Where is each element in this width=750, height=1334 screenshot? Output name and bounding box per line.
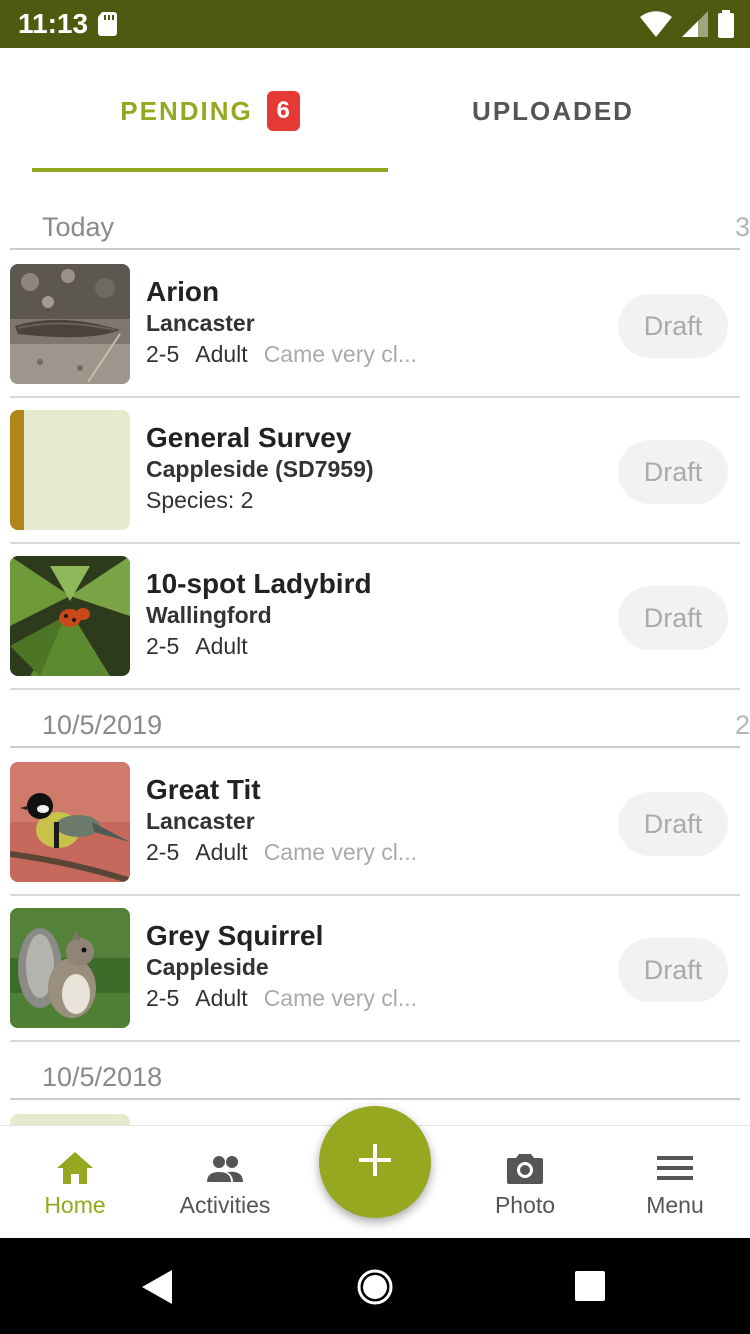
record-location: Lancaster <box>146 808 255 834</box>
status-icons <box>640 10 734 43</box>
draft-status-button[interactable]: Draft <box>618 938 728 1002</box>
record-stage: Adult <box>195 633 248 659</box>
record-title: 10-spot Ladybird <box>146 568 372 599</box>
record-title: General Survey <box>146 422 352 453</box>
section-title: 10/5/2018 <box>42 1062 163 1092</box>
tab-pending-label: PENDING <box>120 95 253 126</box>
battery-icon <box>718 10 734 43</box>
hamburger-menu-icon <box>655 1148 695 1188</box>
record-row-grey-squirrel[interactable]: Grey Squirrel Cappleside 2-5 Adult Came ve… <box>10 896 740 1042</box>
record-tabs: PENDING 6 UPLOADED <box>0 48 750 174</box>
home-icon <box>55 1148 95 1188</box>
partial-thumbnail <box>10 1114 130 1125</box>
sd-card-icon <box>98 12 118 41</box>
home-circle-icon[interactable] <box>356 1268 394 1311</box>
record-location: Cappleside <box>146 954 269 980</box>
section-count: 3 <box>734 212 750 242</box>
tab-uploaded[interactable]: UPLOADED <box>388 48 718 174</box>
pending-count-badge: 6 <box>266 91 300 131</box>
record-stage: Adult <box>195 985 248 1011</box>
record-meta: 2-5 Adult Came very cl... <box>146 839 586 866</box>
record-title: Great Tit <box>146 774 261 805</box>
section-header-today: Today 3 <box>10 202 750 250</box>
active-tab-indicator <box>32 168 388 172</box>
record-meta: 2-5 Adult Came very cl... <box>146 985 586 1012</box>
record-location: Wallingford <box>146 602 272 628</box>
cell-signal-icon <box>682 11 708 42</box>
record-comment: Came very cl... <box>263 341 418 367</box>
add-record-button[interactable] <box>319 1106 431 1218</box>
tab-uploaded-label: UPLOADED <box>472 95 634 126</box>
record-quantity: 2-5 <box>146 839 180 865</box>
nav-home-label: Home <box>44 1192 106 1218</box>
camera-icon <box>505 1148 545 1188</box>
record-row-great-tit[interactable]: Great Tit Lancaster 2-5 Adult Came very cl… <box>10 750 740 896</box>
section-title: 10/5/2019 <box>42 710 163 740</box>
nav-activities[interactable]: Activities <box>150 1126 300 1239</box>
record-stage: Adult <box>195 341 248 367</box>
record-quantity: 2-5 <box>146 341 180 367</box>
record-title: Grey Squirrel <box>146 920 324 951</box>
nav-menu[interactable]: Menu <box>600 1126 750 1239</box>
section-count: 2 <box>734 710 750 740</box>
section-header-2019: 10/5/2019 2 <box>10 700 750 748</box>
record-meta: 2-5 Adult <box>146 633 586 660</box>
record-row-arion[interactable]: Arion Lancaster 2-5 Adult Came very cl... … <box>10 252 740 398</box>
plus-icon <box>357 1142 393 1183</box>
bird-photo-thumbnail <box>10 762 130 882</box>
people-icon <box>205 1148 245 1188</box>
record-row-general-survey[interactable]: General Survey Cappleside (SD7959) Speci… <box>10 398 740 544</box>
back-icon[interactable] <box>142 1270 174 1309</box>
nav-home[interactable]: Home <box>0 1126 150 1239</box>
record-quantity: 2-5 <box>146 985 180 1011</box>
recents-square-icon[interactable] <box>575 1271 605 1306</box>
record-title: Arion <box>146 276 220 307</box>
draft-status-button[interactable]: Draft <box>618 294 728 358</box>
section-header-2018: 10/5/2018 <box>10 1052 740 1100</box>
squirrel-photo-thumbnail <box>10 908 130 1028</box>
record-stage: Adult <box>195 839 248 865</box>
record-location: Cappleside (SD7959) <box>146 456 374 482</box>
slug-photo-thumbnail <box>10 264 130 384</box>
record-row-ladybird[interactable]: 10-spot Ladybird Wallingford 2-5 Adult Dr… <box>10 544 740 690</box>
section-title: Today <box>42 212 115 242</box>
record-quantity: 2-5 <box>146 633 180 659</box>
survey-placeholder-thumbnail <box>10 410 130 530</box>
nav-photo-label: Photo <box>494 1192 556 1218</box>
wifi-icon <box>640 11 672 42</box>
record-comment: Came very cl... <box>263 985 418 1011</box>
record-meta: 2-5 Adult Came very cl... <box>146 341 586 368</box>
record-location: Lancaster <box>146 310 255 336</box>
draft-status-button[interactable]: Draft <box>618 586 728 650</box>
status-time: 11:13 <box>18 8 89 39</box>
tab-pending[interactable]: PENDING 6 <box>32 48 388 174</box>
draft-status-button[interactable]: Draft <box>618 792 728 856</box>
nav-photo[interactable]: Photo <box>450 1126 600 1239</box>
nav-activities-label: Activities <box>179 1192 271 1218</box>
system-navigation-bar <box>0 1238 750 1334</box>
draft-status-button[interactable]: Draft <box>618 440 728 504</box>
nav-menu-label: Menu <box>646 1192 704 1218</box>
ladybird-photo-thumbnail <box>10 556 130 676</box>
record-species-count: Species: 2 <box>146 487 254 513</box>
status-bar: 11:13 <box>0 0 750 48</box>
record-comment: Came very cl... <box>263 839 418 865</box>
